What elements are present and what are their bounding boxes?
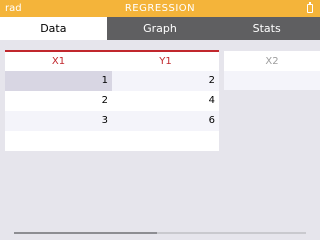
- table-cell-y1[interactable]: 4: [112, 91, 219, 111]
- table-cell-x1[interactable]: 3: [5, 111, 112, 131]
- scrollbar-thumb[interactable]: [14, 232, 157, 234]
- column-header-x1[interactable]: X1: [5, 52, 112, 71]
- table-cell-y1[interactable]: 6: [112, 111, 219, 131]
- battery-icon: [307, 2, 313, 13]
- app-title: REGRESSION: [124, 3, 196, 14]
- tab-data[interactable]: Data: [0, 17, 107, 40]
- tab-graph[interactable]: Graph: [107, 17, 214, 40]
- column-header-y1[interactable]: Y1: [112, 52, 219, 71]
- table-cell-y1[interactable]: 2: [112, 71, 219, 91]
- data-table-2: X2: [224, 51, 320, 90]
- table-row-empty[interactable]: [224, 71, 320, 90]
- status-bar: rad REGRESSION: [0, 0, 320, 17]
- table-row-empty[interactable]: [5, 131, 219, 151]
- table-row: 2 4: [5, 91, 219, 111]
- table-cell-x1[interactable]: 1: [5, 71, 112, 91]
- table-row: 3 6: [5, 111, 219, 131]
- horizontal-scrollbar[interactable]: [14, 232, 306, 234]
- table-cell-x1[interactable]: 2: [5, 91, 112, 111]
- tab-bar: Data Graph Stats: [0, 17, 320, 40]
- column-header-x2[interactable]: X2: [224, 52, 320, 71]
- data-table-1: X1 Y1 1 2 2 4 3 6: [5, 50, 219, 151]
- tab-stats[interactable]: Stats: [213, 17, 320, 40]
- table-row: 1 2: [5, 71, 219, 91]
